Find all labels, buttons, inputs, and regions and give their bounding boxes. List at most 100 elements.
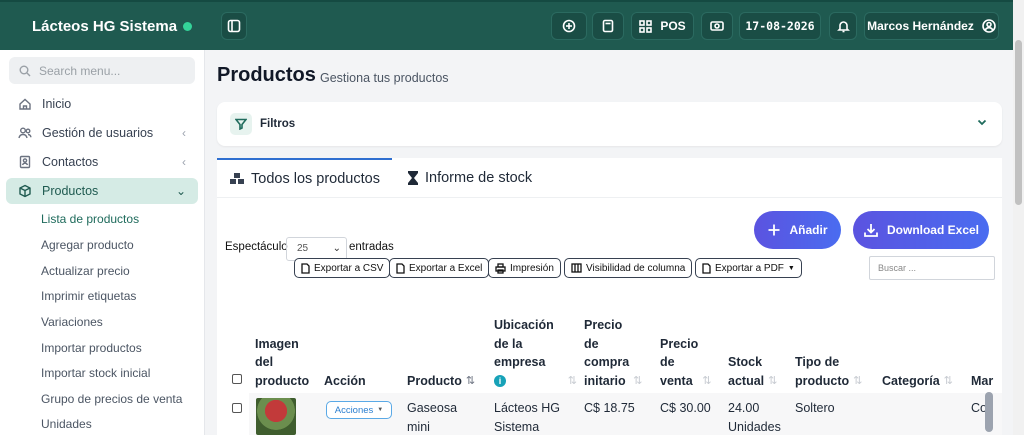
user-circle-icon bbox=[982, 19, 996, 33]
user-menu-button[interactable]: Marcos Hernández bbox=[864, 12, 999, 40]
sidebar-subitem-lista[interactable]: Lista de productos bbox=[41, 212, 139, 226]
sidebar-toggle-icon bbox=[227, 19, 241, 33]
header-marca[interactable]: Mar bbox=[971, 304, 1002, 392]
home-icon bbox=[19, 98, 31, 110]
printer-icon bbox=[495, 262, 506, 274]
sidebar-item-usuarios[interactable]: Gestión de usuarios ‹ bbox=[6, 120, 198, 146]
header-precio-venta[interactable]: Precio de venta ⇅ bbox=[660, 304, 720, 392]
menu-search-input[interactable]: Search menu... bbox=[9, 57, 195, 84]
header-tipo[interactable]: Tipo de producto ⇅ bbox=[795, 304, 877, 392]
brand[interactable]: Lácteos HG Sistema bbox=[32, 18, 193, 35]
cell-line: Sistema bbox=[494, 419, 540, 434]
header-line: de bbox=[660, 355, 675, 369]
header-line: de bbox=[584, 336, 599, 351]
sort-icon: ⇅ bbox=[633, 374, 643, 387]
info-icon[interactable]: i bbox=[494, 375, 506, 388]
tab-divider bbox=[217, 197, 1002, 198]
header-line: Imagen bbox=[255, 336, 299, 351]
sidebar: Search menu... Inicio Gestión de usuario… bbox=[0, 50, 205, 435]
menu-search-placeholder: Search menu... bbox=[39, 63, 121, 78]
header-line: empresa bbox=[494, 355, 546, 369]
notifications-button[interactable] bbox=[829, 12, 857, 40]
scrollbar-thumb[interactable] bbox=[1015, 40, 1022, 205]
entries-show-label: Espectáculo bbox=[225, 241, 288, 253]
export-pdf-button[interactable]: Exportar a PDF ▼ bbox=[695, 258, 802, 278]
print-button[interactable]: Impresión bbox=[488, 258, 561, 278]
sidebar-subitem-agregar[interactable]: Agregar producto bbox=[41, 238, 134, 252]
product-image bbox=[256, 398, 296, 435]
sort-icon: ⇅ bbox=[567, 374, 577, 387]
date-label: 17-08-2026 bbox=[745, 19, 815, 33]
filters-panel[interactable]: Filtros bbox=[217, 102, 1002, 146]
box-icon bbox=[19, 184, 31, 198]
sidebar-subitem-unidades[interactable]: Unidades bbox=[41, 417, 92, 431]
filters-label: Filtros bbox=[260, 118, 296, 130]
header-precio-compra[interactable]: Precio de compra initario ⇅ bbox=[584, 304, 654, 392]
file-pdf-icon bbox=[702, 262, 711, 274]
chevron-down-icon: ⌄ bbox=[332, 243, 341, 254]
hourglass-icon bbox=[408, 171, 418, 185]
plus-icon bbox=[768, 224, 780, 236]
header-line: de la bbox=[494, 336, 523, 351]
export-button-label: Visibilidad de columna bbox=[586, 262, 686, 274]
add-button-label: Añadir bbox=[789, 223, 828, 237]
header-line: Precio bbox=[584, 318, 623, 332]
sort-icon: ⇅ bbox=[853, 374, 863, 387]
row-checkbox[interactable] bbox=[232, 403, 242, 413]
table-scroll-handle[interactable] bbox=[985, 392, 993, 432]
sidebar-item-productos[interactable]: Productos ⌄ bbox=[6, 178, 198, 204]
sidebar-subitem-stock-inicial[interactable]: Importar stock inicial bbox=[41, 366, 150, 380]
entries-label: entradas bbox=[349, 241, 394, 253]
file-csv-icon bbox=[301, 262, 310, 274]
plus-circle-icon bbox=[562, 19, 576, 33]
download-icon bbox=[864, 224, 878, 237]
export-excel-button[interactable]: Exportar a Excel bbox=[389, 258, 490, 278]
sidebar-subitem-grupo-precios[interactable]: Grupo de precios de venta bbox=[41, 392, 182, 406]
cell-line: mini bbox=[407, 419, 430, 434]
brand-name: Lácteos HG Sistema bbox=[32, 18, 178, 35]
export-csv-button[interactable]: Exportar a CSV bbox=[294, 258, 391, 278]
add-product-button[interactable]: Añadir bbox=[754, 211, 841, 249]
caret-down-icon: ▼ bbox=[377, 407, 384, 413]
header-producto[interactable]: Producto ⇅ bbox=[407, 304, 489, 392]
sidebar-subitem-variaciones[interactable]: Variaciones bbox=[41, 315, 103, 329]
select-all-checkbox[interactable] bbox=[232, 374, 242, 384]
chevron-left-icon: ‹ bbox=[182, 126, 186, 140]
chevron-down-icon bbox=[977, 119, 987, 126]
page-scrollbar[interactable] bbox=[1013, 0, 1024, 435]
column-visibility-button[interactable]: Visibilidad de columna bbox=[564, 258, 693, 278]
download-excel-button[interactable]: Download Excel bbox=[853, 211, 989, 249]
sidebar-item-inicio[interactable]: Inicio bbox=[6, 91, 198, 117]
sidebar-subitem-importar[interactable]: Importar productos bbox=[41, 341, 142, 355]
caret-down-icon: ▼ bbox=[787, 264, 795, 272]
toggle-sidebar-button[interactable] bbox=[221, 12, 247, 40]
pos-button[interactable]: POS bbox=[631, 12, 694, 40]
sidebar-item-contactos[interactable]: Contactos ‹ bbox=[6, 149, 198, 175]
contacts-icon bbox=[19, 155, 31, 169]
users-icon bbox=[18, 127, 32, 139]
table-search-input[interactable]: Buscar ... bbox=[869, 256, 995, 280]
add-button-top[interactable] bbox=[551, 12, 587, 40]
export-button-label: Impresión bbox=[510, 262, 554, 274]
cell-line: Unidades bbox=[728, 419, 781, 434]
header-line: producto bbox=[255, 373, 310, 388]
tab-label: Informe de stock bbox=[425, 170, 533, 186]
cell-line: Lácteos HG bbox=[494, 401, 561, 415]
cash-button[interactable] bbox=[701, 12, 733, 40]
header-line: Precio bbox=[660, 336, 699, 351]
header-accion: Acción bbox=[324, 304, 399, 392]
user-name: Marcos Hernández bbox=[867, 19, 974, 33]
header-ubicacion[interactable]: Ubicación de la empresa i ⇅ bbox=[494, 304, 577, 392]
sidebar-subitem-imprimir[interactable]: Imprimir etiquetas bbox=[41, 289, 136, 303]
header-stock[interactable]: Stock actual ⇅ bbox=[728, 304, 788, 392]
sidebar-subitem-actualizar-precio[interactable]: Actualizar precio bbox=[41, 264, 130, 278]
tab-todos-productos[interactable]: Todos los productos bbox=[217, 158, 392, 198]
calculator-button[interactable] bbox=[592, 12, 624, 40]
header-imagen: Imagen del producto bbox=[255, 304, 315, 392]
header-categoria[interactable]: Categoría ⇅ bbox=[882, 304, 964, 392]
tab-informe-stock[interactable]: Informe de stock bbox=[407, 158, 567, 198]
header-line: producto bbox=[795, 373, 850, 388]
cell-producto[interactable]: Gaseosa mini bbox=[407, 399, 457, 435]
actions-dropdown-button[interactable]: Acciones ▼ bbox=[326, 401, 392, 419]
columns-icon bbox=[571, 263, 582, 273]
